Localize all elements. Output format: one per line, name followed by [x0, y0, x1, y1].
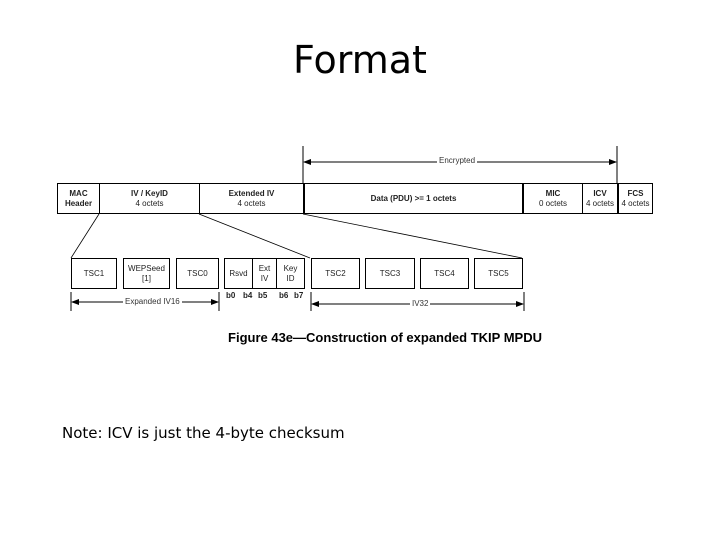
field-name: Ext: [258, 263, 271, 273]
field-size: 0 octets: [538, 198, 567, 208]
field-name: TSC2: [325, 268, 346, 278]
field-extended-iv: Extended IV 4 octets: [199, 183, 304, 214]
field-name: TSC1: [83, 268, 105, 278]
field-mic: MIC 0 octets: [522, 183, 583, 214]
bit-label-b6: b6: [279, 291, 289, 300]
iv16-span-label: Expanded IV16: [123, 297, 182, 306]
field-name: FCS: [627, 188, 644, 198]
bit-label-b5: b5: [258, 291, 268, 300]
field-tsc0: TSC0: [176, 258, 219, 289]
field-data-pdu: Data (PDU) >= 1 octets: [303, 183, 523, 214]
field-ext-iv: Ext IV: [252, 258, 277, 289]
field-name: TSC4: [434, 268, 455, 278]
expand-line-left: [70, 213, 100, 259]
field-size: 4 octets: [621, 198, 650, 208]
field-name: ICV: [593, 188, 607, 198]
field-sub: IV: [260, 273, 269, 283]
field-wepseed: WEPSeed [1]: [123, 258, 170, 289]
bit-label-b7: b7: [294, 291, 304, 300]
expand-line-mid: [198, 213, 311, 259]
field-rsvd: Rsvd: [224, 258, 253, 289]
field-icv: ICV 4 octets: [582, 183, 618, 214]
field-name: WEPSeed: [128, 263, 165, 273]
field-size: 4 octets: [237, 198, 266, 208]
field-name: Data (PDU) >= 1 octets: [370, 193, 457, 203]
field-name: MIC: [545, 188, 561, 198]
field-name: Key: [283, 263, 298, 273]
field-tsc5: TSC5: [474, 258, 523, 289]
field-name: TSC5: [488, 268, 509, 278]
bit-label-b4: b4: [243, 291, 253, 300]
field-fcs: FCS 4 octets: [618, 183, 653, 214]
bit-label-b0: b0: [226, 291, 236, 300]
field-name: TSC0: [187, 268, 208, 278]
expand-line-right: [302, 213, 523, 259]
encrypted-label: Encrypted: [437, 156, 478, 165]
field-tsc2: TSC2: [311, 258, 360, 289]
figure-caption: Figure 43e—Construction of expanded TKIP…: [228, 330, 542, 345]
field-key-id: Key ID: [276, 258, 305, 289]
iv32-span-label: IV32: [410, 299, 431, 308]
field-iv-keyid: IV / KeyID 4 octets: [99, 183, 200, 214]
field-tsc3: TSC3: [365, 258, 415, 289]
slide-title: Format: [293, 38, 427, 82]
slide-note: Note: ICV is just the 4-byte checksum: [62, 424, 345, 442]
field-sub: ID: [286, 273, 295, 283]
field-tsc1: TSC1: [71, 258, 117, 289]
field-size: 4 octets: [135, 198, 164, 208]
field-name: Rsvd: [229, 268, 248, 278]
field-name: IV / KeyID: [131, 188, 168, 198]
field-mac-header: MAC Header: [57, 183, 100, 214]
field-size: 4 octets: [585, 198, 614, 208]
field-sub: [1]: [142, 273, 151, 283]
field-name: MAC: [69, 188, 88, 198]
field-tsc4: TSC4: [420, 258, 469, 289]
field-name: TSC3: [379, 268, 401, 278]
field-sub: Header: [64, 198, 93, 208]
field-name: Extended IV: [228, 188, 275, 198]
